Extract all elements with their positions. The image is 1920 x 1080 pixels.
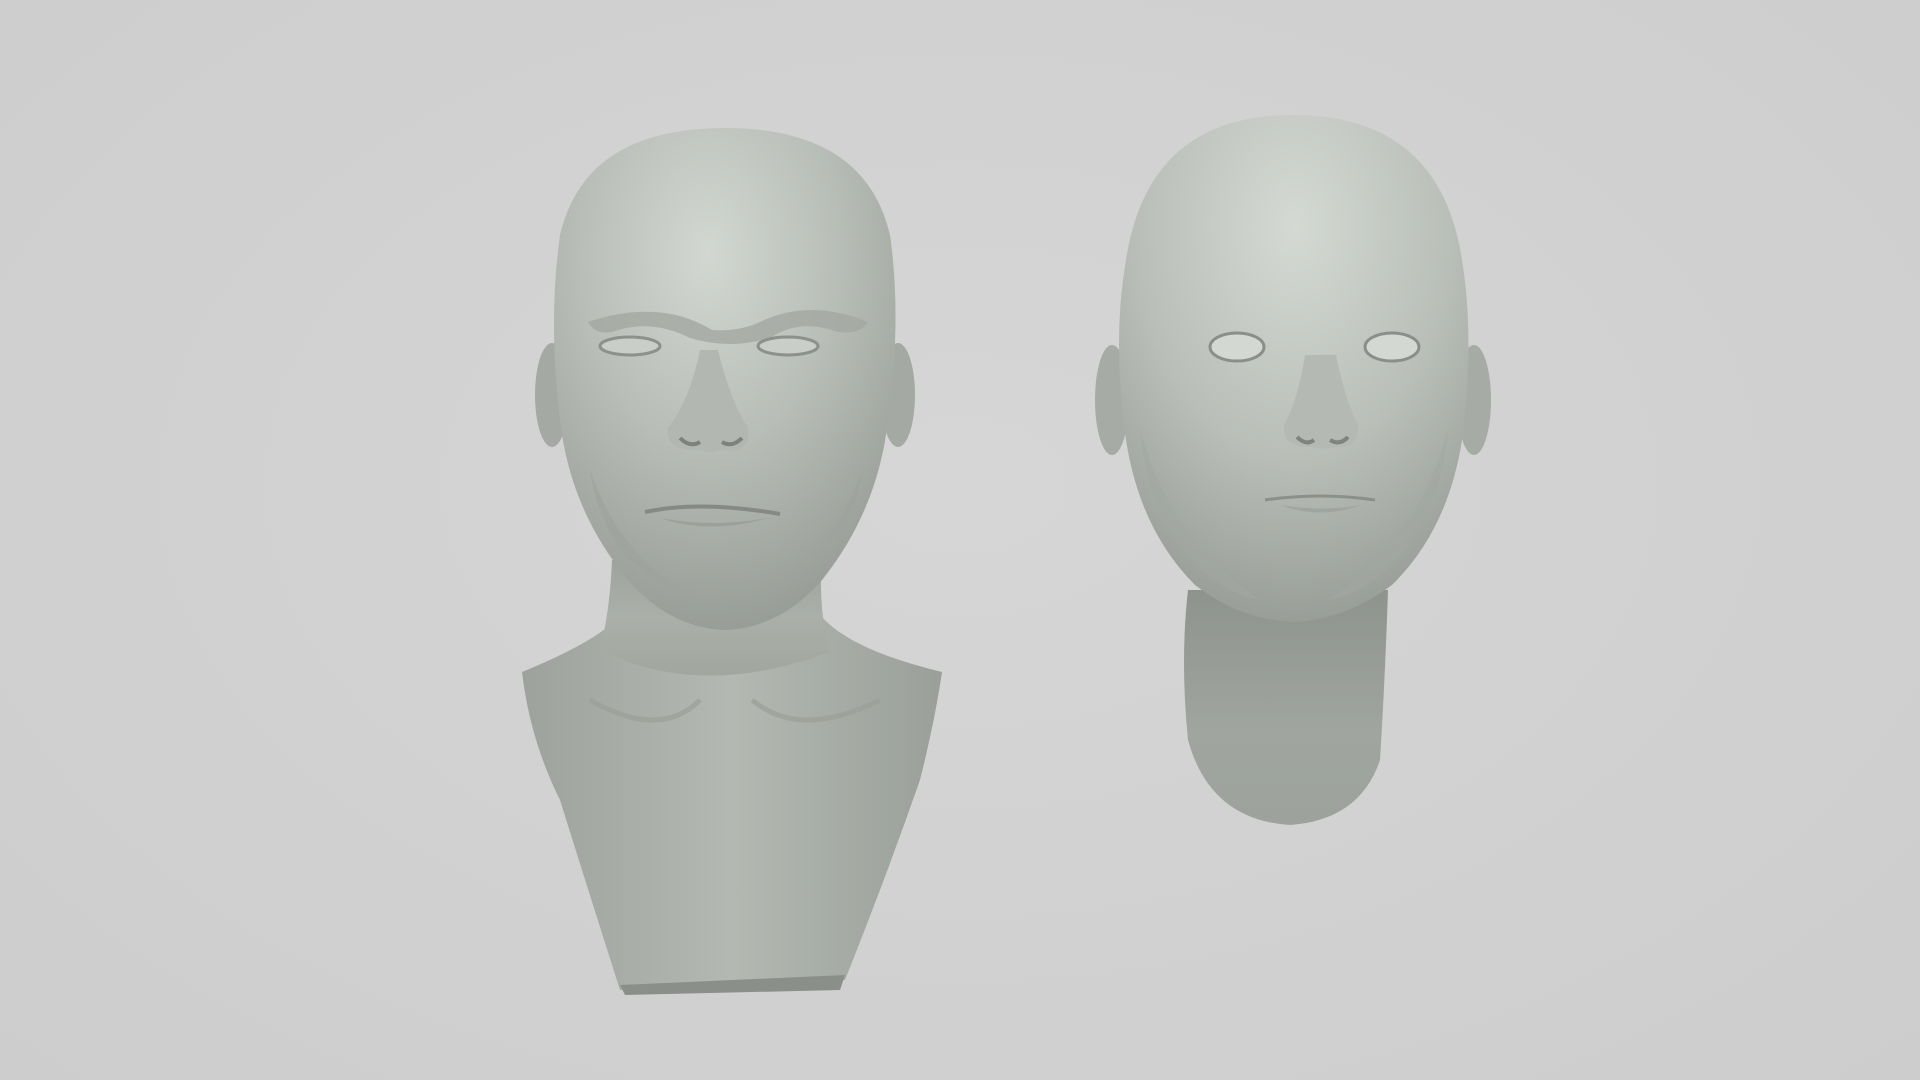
female-head-model <box>1095 115 1491 825</box>
female-left-eye <box>1208 331 1266 363</box>
render-viewport <box>0 0 1920 1080</box>
female-neck <box>1184 590 1388 825</box>
right-eye <box>756 335 820 357</box>
female-right-eye <box>1363 331 1421 363</box>
render-canvas <box>522 115 1491 995</box>
male-bust <box>522 128 942 995</box>
left-eye <box>598 335 662 357</box>
female-head <box>1119 115 1469 622</box>
